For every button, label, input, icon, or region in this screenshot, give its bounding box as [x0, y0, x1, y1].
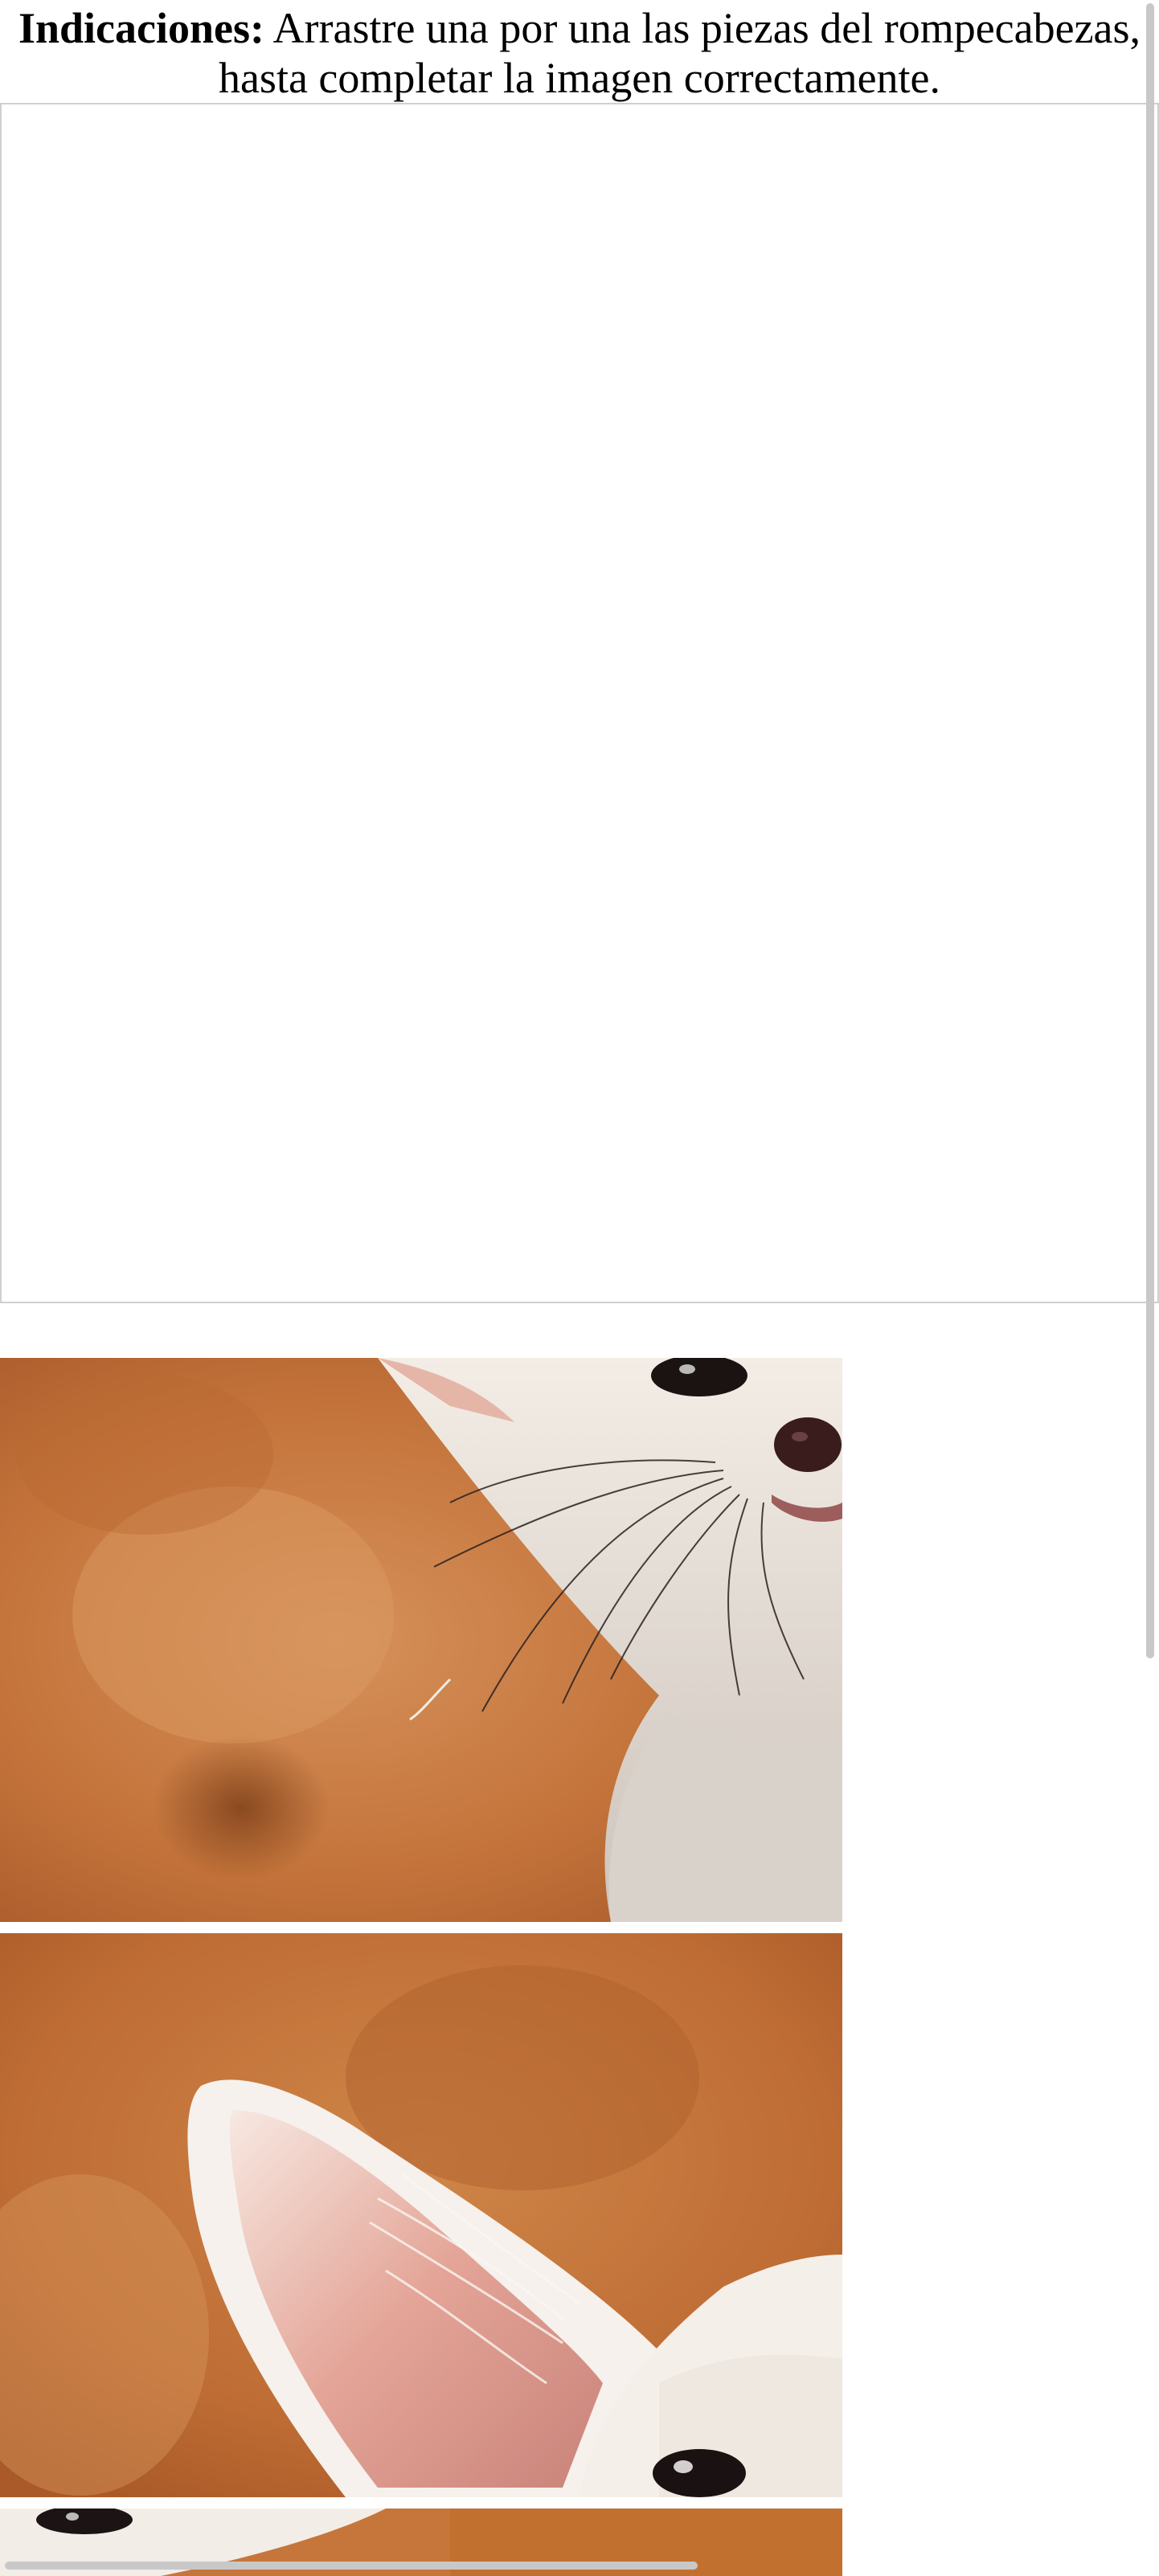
fox-snout-image [0, 1358, 842, 1922]
puzzle-piece-1[interactable] [0, 1358, 842, 1922]
horizontal-scrollbar-thumb[interactable] [5, 2562, 698, 2570]
instructions-label: Indicaciones: [18, 4, 264, 52]
vertical-scrollbar-thumb[interactable] [1146, 3, 1154, 1658]
instructions-body: Arrastre una por una las piezas del romp… [218, 4, 1141, 102]
puzzle-board-drop-area[interactable] [0, 103, 1159, 1303]
puzzle-page: Indicaciones: Arrastre una por una las p… [0, 0, 1159, 2576]
instructions-text: Indicaciones: Arrastre una por una las p… [0, 0, 1159, 103]
fox-ear-image [0, 1933, 842, 2497]
puzzle-piece-2[interactable] [0, 1933, 842, 2497]
